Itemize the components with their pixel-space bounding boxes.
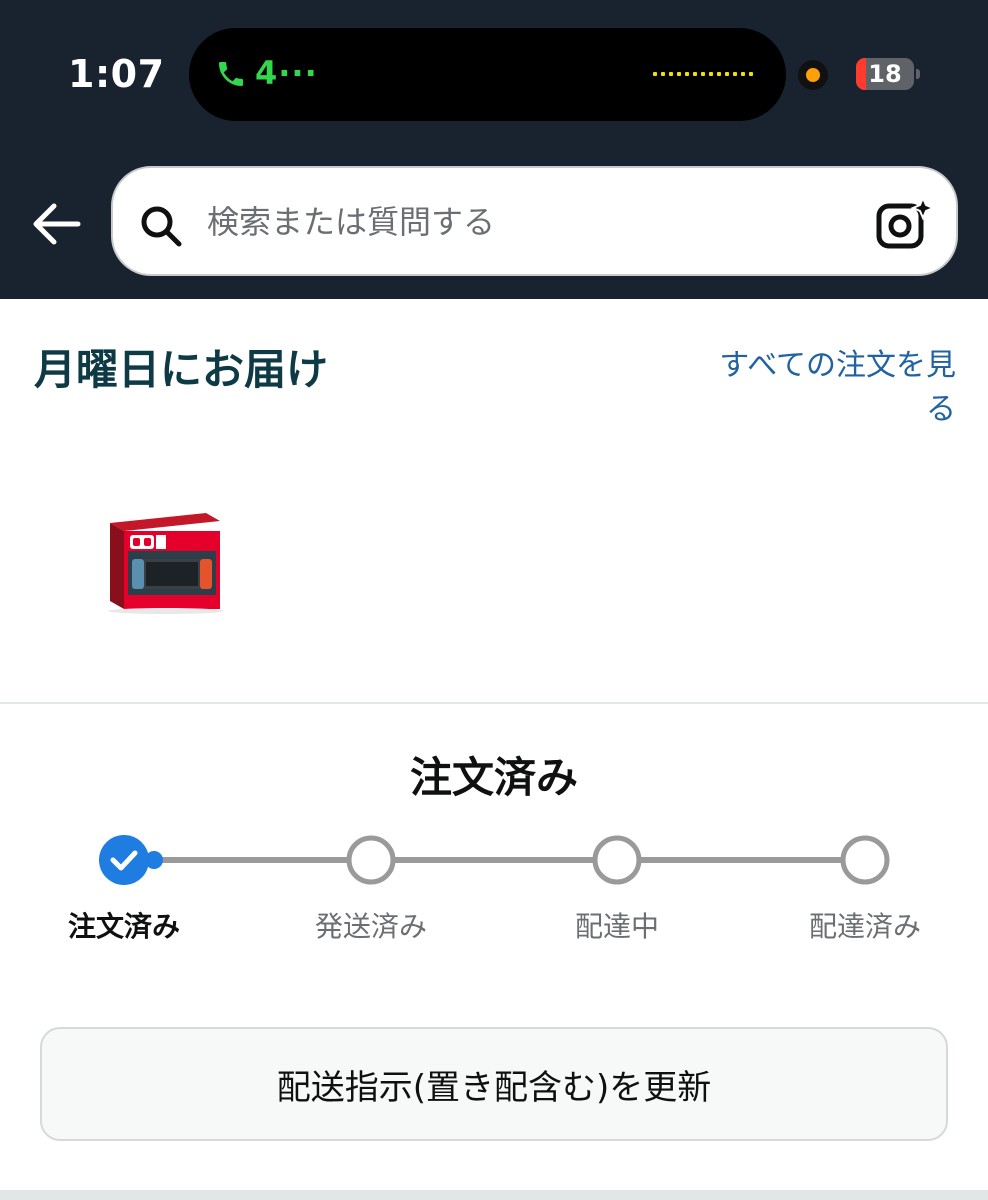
section-separator	[0, 1190, 988, 1200]
step-label-shipped: 発送済み	[314, 910, 427, 943]
back-arrow-icon[interactable]	[26, 196, 86, 252]
battery-icon: 18	[856, 58, 914, 90]
view-all-orders-link[interactable]: すべての注文を見る	[694, 344, 956, 432]
product-thumbnail[interactable]	[88, 505, 228, 615]
step-dot-shipped	[346, 835, 396, 885]
battery-tip	[916, 69, 920, 79]
battery-level: 18	[868, 60, 902, 88]
step-dot-ordered	[99, 835, 149, 885]
order-status-heading: 注文済み	[409, 753, 578, 802]
camera-sparkle-icon[interactable]	[875, 196, 935, 252]
step-dot-delivered	[840, 835, 890, 885]
step-label-delivered: 配達済み	[808, 910, 921, 943]
phone-icon	[219, 62, 243, 86]
search-input[interactable]	[207, 188, 857, 256]
step-dot-out-for-delivery	[592, 835, 642, 885]
section-divider	[0, 702, 988, 704]
update-delivery-instructions-button[interactable]: 配送指示(置き配含む)を更新	[40, 1027, 948, 1141]
step-label-out-for-delivery: 配達中	[574, 910, 659, 943]
dynamic-island[interactable]: 4···	[189, 28, 786, 121]
microphone-indicator-icon	[798, 60, 828, 90]
status-time: 1:07	[68, 52, 165, 96]
call-duration: 4···	[255, 54, 318, 92]
tracker-graphic	[99, 835, 890, 885]
audio-waveform-icon	[653, 72, 753, 76]
delivery-date-heading: 月曜日にお届け	[34, 345, 329, 394]
search-icon[interactable]	[137, 202, 185, 250]
search-bar[interactable]	[111, 166, 958, 276]
step-label-ordered: 注文済み	[67, 910, 180, 943]
app-header: 1:07 4··· 18	[0, 0, 988, 299]
